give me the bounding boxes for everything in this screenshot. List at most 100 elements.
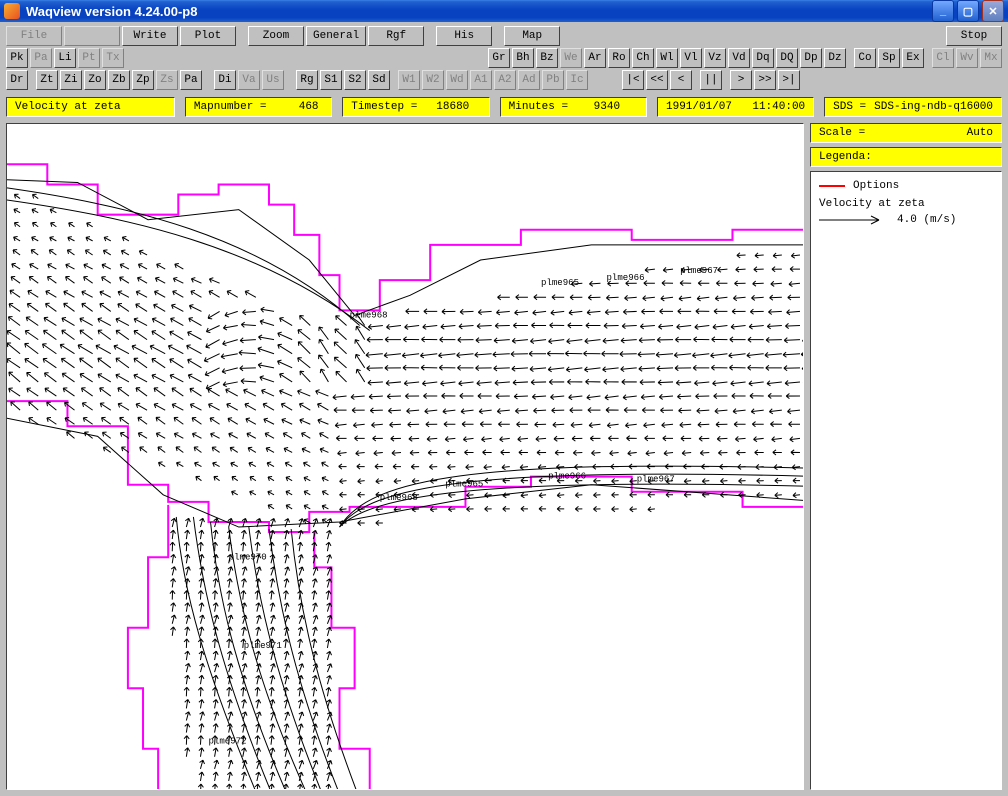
di-button[interactable]: Di <box>214 70 236 90</box>
zt-button[interactable]: Zt <box>36 70 58 90</box>
va-button[interactable]: Va <box>238 70 260 90</box>
app-icon <box>4 3 20 19</box>
tx-button[interactable]: Tx <box>102 48 124 68</box>
legenda-label: Legenda: <box>819 148 872 166</box>
bz-button[interactable]: Bz <box>536 48 558 68</box>
a1-button[interactable]: A1 <box>470 70 492 90</box>
dqq-button[interactable]: DQ <box>776 48 798 68</box>
ch-button[interactable]: Ch <box>632 48 654 68</box>
mapnumber-label: Mapnumber = <box>194 98 267 116</box>
legend-options-row[interactable]: Options <box>819 180 993 192</box>
rg-button[interactable]: Rg <box>296 70 318 90</box>
co-button[interactable]: Co <box>854 48 876 68</box>
vl-button[interactable]: Vl <box>680 48 702 68</box>
zb-button[interactable]: Zb <box>108 70 130 90</box>
scale-field: Scale = Auto <box>810 123 1002 143</box>
zp-button[interactable]: Zp <box>132 70 154 90</box>
pa2-button[interactable]: Pa <box>180 70 202 90</box>
minutes-label: Minutes = <box>509 98 568 116</box>
nav-next-button[interactable]: > <box>730 70 752 90</box>
svg-text:plme971: plme971 <box>244 640 282 651</box>
pk-button[interactable]: Pk <box>6 48 28 68</box>
nav-prev2-button[interactable]: << <box>646 70 668 90</box>
plot-button[interactable]: Plot <box>180 26 236 46</box>
svg-text:plme968: plme968 <box>350 309 388 320</box>
map-button[interactable]: Map <box>504 26 560 46</box>
svg-text:plme965: plme965 <box>445 479 483 490</box>
ad-button[interactable]: Ad <box>518 70 540 90</box>
scale-label: Scale = <box>819 124 865 142</box>
zi-button[interactable]: Zi <box>60 70 82 90</box>
nav-first-button[interactable]: |< <box>622 70 644 90</box>
dr-button[interactable]: Dr <box>6 70 28 90</box>
cl-button[interactable]: Cl <box>932 48 954 68</box>
ex-button[interactable]: Ex <box>902 48 924 68</box>
nav-next2-button[interactable]: >> <box>754 70 776 90</box>
minimize-button[interactable]: _ <box>932 0 954 22</box>
mx-button[interactable]: Mx <box>980 48 1002 68</box>
maximize-button[interactable]: ▢ <box>957 0 979 22</box>
li-button[interactable]: Li <box>54 48 76 68</box>
zo-button[interactable]: Zo <box>84 70 106 90</box>
toolbar: File Write Plot Zoom General Rgf His Map… <box>0 22 1008 95</box>
file-button[interactable]: File <box>6 26 62 46</box>
stop-button[interactable]: Stop <box>946 26 1002 46</box>
vector-plot: plme965 plme966 plme967 plme968 plme965 … <box>7 124 803 789</box>
pt-button[interactable]: Pt <box>78 48 100 68</box>
nav-last-button[interactable]: >| <box>778 70 800 90</box>
gr-button[interactable]: Gr <box>488 48 510 68</box>
wv-button[interactable]: Wv <box>956 48 978 68</box>
menu-row-2: Pk Pa Li Pt Tx Gr Bh Bz We Ar Ro Ch Wl V… <box>6 47 1002 69</box>
ro-button[interactable]: Ro <box>608 48 630 68</box>
blank-button-1[interactable] <box>64 26 120 46</box>
wl-button[interactable]: Wl <box>656 48 678 68</box>
plot-canvas[interactable]: plme965 plme966 plme967 plme968 plme965 … <box>6 123 804 790</box>
sd-button[interactable]: Sd <box>368 70 390 90</box>
svg-text:plme972: plme972 <box>209 736 247 747</box>
timestep-label: Timestep = <box>351 98 417 116</box>
sds-value: SDS-ing-ndb-q16000 <box>874 98 993 116</box>
s1-button[interactable]: S1 <box>320 70 342 90</box>
wd-button[interactable]: Wd <box>446 70 468 90</box>
w1-button[interactable]: W1 <box>398 70 420 90</box>
plot-title: Velocity at zeta <box>15 98 121 116</box>
sp-button[interactable]: Sp <box>878 48 900 68</box>
ic-button[interactable]: Ic <box>566 70 588 90</box>
sds-field: SDS = SDS-ing-ndb-q16000 <box>824 97 1002 117</box>
a2-button[interactable]: A2 <box>494 70 516 90</box>
zs-button[interactable]: Zs <box>156 70 178 90</box>
svg-text:plme966: plme966 <box>548 471 586 482</box>
general-button[interactable]: General <box>306 26 366 46</box>
vd-button[interactable]: Vd <box>728 48 750 68</box>
write-button[interactable]: Write <box>122 26 178 46</box>
legenda-field: Legenda: <box>810 147 1002 167</box>
menu-row-3: Dr Zt Zi Zo Zb Zp Zs Pa Di Va Us Rg S1 S… <box>6 69 1002 91</box>
bh-button[interactable]: Bh <box>512 48 534 68</box>
rgf-button[interactable]: Rgf <box>368 26 424 46</box>
mapnumber-value: 468 <box>275 98 319 116</box>
pa-button[interactable]: Pa <box>30 48 52 68</box>
nav-pause-button[interactable]: || <box>700 70 722 90</box>
close-button[interactable]: ✕ <box>982 0 1004 22</box>
we-button[interactable]: We <box>560 48 582 68</box>
s2-button[interactable]: S2 <box>344 70 366 90</box>
info-bar: Velocity at zeta Mapnumber = 468 Timeste… <box>0 95 1008 123</box>
nav-prev-button[interactable]: < <box>670 70 692 90</box>
velocity-arrow-icon <box>819 214 889 226</box>
his-button[interactable]: His <box>436 26 492 46</box>
dp-button[interactable]: Dp <box>800 48 822 68</box>
vz-button[interactable]: Vz <box>704 48 726 68</box>
plot-title-field: Velocity at zeta <box>6 97 175 117</box>
date-value: 1991/01/07 <box>666 98 732 116</box>
sds-label: SDS = <box>833 98 866 116</box>
pb-button[interactable]: Pb <box>542 70 564 90</box>
dq-button[interactable]: Dq <box>752 48 774 68</box>
svg-text:plme970: plme970 <box>229 551 267 562</box>
zoom-button[interactable]: Zoom <box>248 26 304 46</box>
dz-button[interactable]: Dz <box>824 48 846 68</box>
scale-value: Auto <box>967 124 993 142</box>
w2-button[interactable]: W2 <box>422 70 444 90</box>
legend-box: Options Velocity at zeta 4.0 (m/s) <box>810 171 1002 790</box>
ar-button[interactable]: Ar <box>584 48 606 68</box>
us-button[interactable]: Us <box>262 70 284 90</box>
